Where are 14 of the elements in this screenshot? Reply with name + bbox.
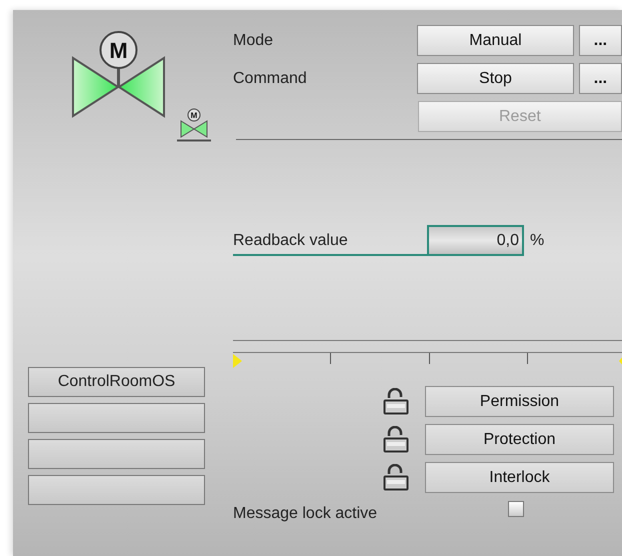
- mode-label: Mode: [233, 32, 274, 50]
- command-button[interactable]: Stop: [417, 63, 574, 94]
- command-label: Command: [233, 70, 308, 88]
- operator-station-box: ControlRoomOS: [28, 367, 205, 397]
- message-lock-label: Message lock active: [233, 505, 378, 523]
- lock-button[interactable]: Permission: [425, 386, 614, 417]
- message-lock-checkbox[interactable]: [508, 501, 524, 517]
- unit-label: %: [530, 232, 544, 250]
- lock-button[interactable]: Interlock: [425, 462, 614, 493]
- more-button[interactable]: ...: [578, 63, 622, 94]
- lock-button[interactable]: Protection: [425, 424, 614, 455]
- more-button[interactable]: ...: [578, 25, 622, 56]
- mode-button[interactable]: Manual: [417, 25, 574, 56]
- readback-field: 0,0: [427, 225, 524, 256]
